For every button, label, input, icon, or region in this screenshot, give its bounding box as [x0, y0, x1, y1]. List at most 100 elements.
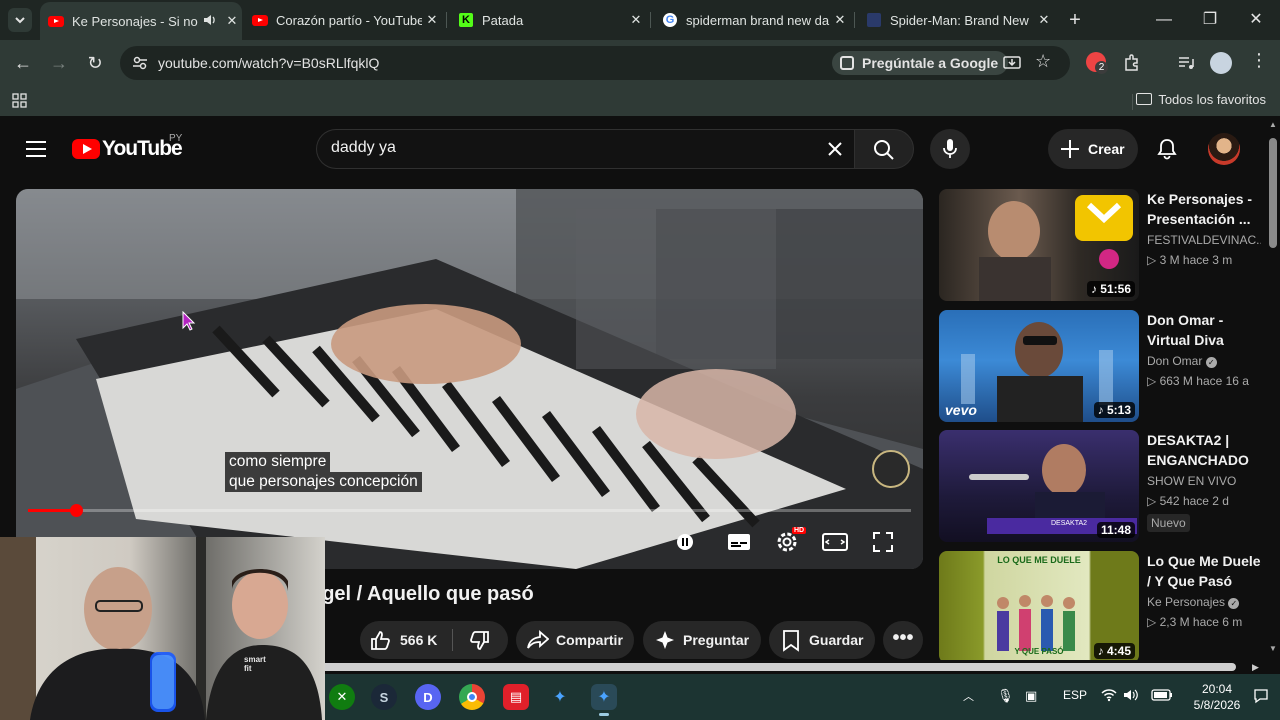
scrollbar-thumb[interactable] — [1269, 138, 1277, 248]
install-app-icon[interactable] — [1003, 54, 1021, 72]
theater-mode-icon[interactable] — [820, 527, 850, 557]
media-control-icon[interactable] — [1176, 53, 1196, 73]
recommendation-title[interactable]: Lo Que Me Duele / Y Que Pasó — [1147, 551, 1261, 591]
app-blue-icon[interactable]: ✦ — [547, 684, 573, 710]
voice-search-button[interactable] — [930, 129, 970, 169]
wifi-icon[interactable] — [1101, 688, 1117, 705]
extensions-puzzle-icon[interactable] — [1122, 53, 1142, 73]
video-player[interactable]: como siempre que personajes concepción H… — [16, 189, 923, 569]
speaker-icon[interactable] — [202, 12, 222, 31]
horizontal-scrollbar-thumb[interactable] — [300, 663, 1236, 671]
caption-line-2: que personajes concepción — [225, 472, 422, 492]
language-indicator[interactable]: ESP — [1063, 688, 1087, 702]
more-menu-icon[interactable]: ⋮ — [1250, 50, 1268, 71]
recommendation-meta: ▷ 3 M hace 3 m — [1147, 253, 1233, 267]
video-thumbnail[interactable]: DESAKTA2 11:48 — [939, 430, 1139, 542]
close-tab-icon[interactable]: ✕ — [830, 12, 850, 28]
close-tab-icon[interactable]: ✕ — [422, 12, 442, 28]
xbox-icon[interactable]: ✕ — [329, 684, 355, 710]
kick-icon: K — [458, 12, 474, 28]
scroll-up-icon[interactable]: ▲ — [1269, 120, 1277, 129]
recommendation-item[interactable]: ♪ 51:56 Ke Personajes - Presentación ...… — [939, 189, 1269, 301]
discord-icon[interactable]: D — [415, 684, 441, 710]
settings-gear-icon[interactable]: HD — [772, 527, 807, 557]
autoplay-pause-icon[interactable] — [670, 527, 700, 557]
new-badge: Nuevo — [1147, 514, 1190, 532]
chrome-icon[interactable] — [459, 684, 485, 710]
new-tab-plus-icon[interactable]: + — [1063, 8, 1087, 32]
tab-patada[interactable]: K Patada ✕ — [450, 6, 646, 34]
recommendation-item[interactable]: LO QUE ME DUELE Y QUE PASÓ ♪ 4:45 Lo Que… — [939, 551, 1269, 663]
screen-capture-icon[interactable]: ▣ — [1025, 688, 1037, 704]
video-thumbnail[interactable]: LO QUE ME DUELE Y QUE PASÓ ♪ 4:45 — [939, 551, 1139, 663]
recommendation-channel[interactable]: SHOW EN VIVO — [1147, 474, 1261, 488]
ask-button[interactable]: Preguntar — [643, 621, 761, 659]
vertical-scrollbar[interactable]: ▲ ▼ — [1266, 116, 1280, 674]
subtitles-icon[interactable] — [724, 527, 754, 557]
dislike-button[interactable] — [454, 621, 508, 659]
create-button[interactable]: Crear — [1048, 129, 1138, 169]
shirt-text: smart fit — [244, 655, 266, 673]
tab-ke-personajes[interactable]: Ke Personajes - Si no ✕ — [40, 2, 242, 40]
battery-icon[interactable] — [1151, 688, 1173, 705]
volume-icon[interactable] — [1123, 688, 1139, 705]
fullscreen-icon[interactable] — [868, 527, 898, 557]
progress-bar[interactable] — [28, 504, 911, 517]
app-red-icon[interactable]: ▤ — [503, 684, 529, 710]
recommendation-title[interactable]: DESAKTA2 | ENGANCHADO ... — [1147, 430, 1261, 470]
recommendation-channel[interactable]: Don Omar ✓ — [1147, 354, 1261, 368]
minimize-icon[interactable]: — — [1152, 8, 1176, 32]
recommendation-channel[interactable]: Ke Personajes ✓ — [1147, 595, 1261, 609]
more-actions-button[interactable]: ••• — [883, 621, 923, 659]
search-input[interactable] — [331, 139, 811, 157]
restore-icon[interactable]: ❐ — [1198, 8, 1222, 32]
notifications-bell-icon[interactable] — [1156, 138, 1178, 160]
url-text[interactable]: youtube.com/watch?v=B0sRLlfqklQ — [158, 55, 379, 71]
recommendation-title[interactable]: Ke Personajes - Presentación ... — [1147, 189, 1261, 229]
apps-grid-icon[interactable] — [12, 93, 28, 109]
video-thumbnail[interactable]: vevo ♪ 5:13 — [939, 310, 1139, 422]
scroll-down-icon[interactable]: ▼ — [1269, 644, 1277, 653]
chevron-down-icon — [15, 17, 25, 24]
tab-spiderman-brand-new[interactable]: Spider-Man: Brand New ✕ — [858, 6, 1054, 34]
close-tab-icon[interactable]: ✕ — [626, 12, 646, 28]
close-tab-icon[interactable]: ✕ — [222, 13, 242, 29]
like-button[interactable]: 566 K — [360, 621, 452, 659]
hamburger-menu-icon[interactable] — [26, 139, 46, 159]
ask-google-button[interactable]: Pregúntale a Google — [832, 51, 1009, 75]
recommendation-item[interactable]: vevo ♪ 5:13 Don Omar - Virtual Diva Don … — [939, 310, 1269, 422]
address-bar[interactable]: youtube.com/watch?v=B0sRLlfqklQ Pregúnta… — [120, 46, 1070, 80]
steam-icon[interactable]: S — [371, 684, 397, 710]
channel-avatar[interactable] — [1208, 133, 1240, 165]
forward-arrow-icon[interactable]: → — [46, 50, 72, 76]
clear-search-icon[interactable] — [827, 141, 843, 157]
close-tab-icon[interactable]: ✕ — [1034, 12, 1054, 28]
app-active-icon[interactable]: ✦ — [591, 684, 617, 710]
video-thumbnail[interactable]: ♪ 51:56 — [939, 189, 1139, 301]
system-clock[interactable]: 20:04 5/8/2026 — [1187, 681, 1247, 713]
back-arrow-icon[interactable]: ← — [10, 50, 36, 76]
recommendation-channel[interactable]: FESTIVALDEVINAC... — [1147, 233, 1261, 247]
scroll-right-icon[interactable]: ▶ — [1252, 662, 1259, 673]
bookmark-star-icon[interactable]: ☆ — [1035, 51, 1051, 72]
profile-avatar[interactable] — [1210, 52, 1232, 74]
progress-scrubber[interactable] — [69, 504, 83, 517]
recommendation-title[interactable]: Don Omar - Virtual Diva — [1147, 310, 1261, 350]
show-hidden-icons-chevron-icon[interactable]: ︿ — [963, 688, 974, 704]
notification-center-icon[interactable] — [1253, 688, 1269, 707]
tab-search-button[interactable] — [8, 8, 32, 32]
tab-corazon-partio[interactable]: Corazón partío - YouTube ✕ — [244, 6, 442, 34]
site-settings-icon[interactable] — [132, 55, 148, 71]
share-button[interactable]: Compartir — [516, 621, 634, 659]
tab-spiderman-search[interactable]: G spiderman brand new da ✕ — [654, 6, 850, 34]
recommendation-item[interactable]: DESAKTA2 11:48 DESAKTA2 | ENGANCHADO ...… — [939, 430, 1269, 542]
reload-icon[interactable]: ↻ — [82, 50, 108, 76]
all-bookmarks-button[interactable]: Todos los favoritos — [1136, 92, 1266, 107]
save-button[interactable]: Guardar — [769, 621, 875, 659]
close-window-icon[interactable]: ✕ — [1244, 8, 1268, 32]
search-box[interactable] — [316, 129, 854, 169]
search-button[interactable] — [854, 129, 914, 169]
microphone-tray-icon[interactable]: 🎙 — [997, 688, 1014, 704]
progress-fill — [28, 509, 76, 512]
extension-icon[interactable]: 2 — [1086, 52, 1108, 74]
